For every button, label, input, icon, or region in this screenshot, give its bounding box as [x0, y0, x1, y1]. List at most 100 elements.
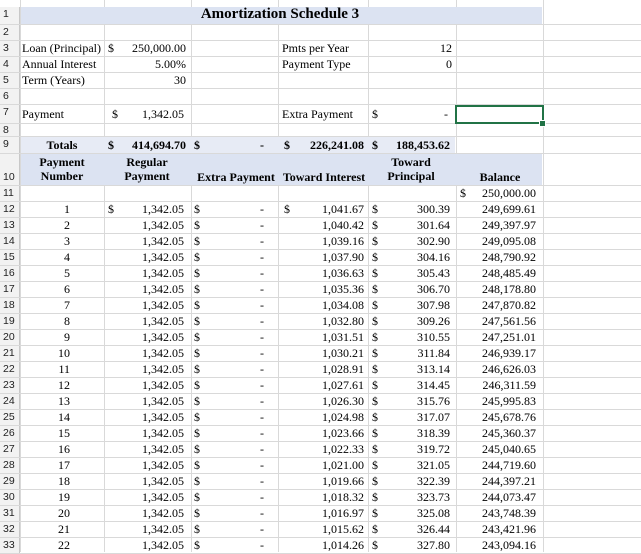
toward-principal[interactable]: 322.39 [384, 474, 450, 489]
regular-payment[interactable]: 1,342.05 [124, 202, 184, 217]
pmts-value[interactable]: 12 [370, 41, 452, 56]
toward-interest[interactable]: 1,015.62 [296, 522, 364, 537]
extra-payment-value[interactable]: - [390, 105, 448, 123]
toward-interest[interactable]: 1,040.42 [296, 218, 364, 233]
toward-principal[interactable]: 326.44 [384, 522, 450, 537]
balance[interactable]: 244,719.60 [460, 458, 536, 473]
toward-principal[interactable]: 309.26 [384, 314, 450, 329]
balance[interactable]: 247,870.82 [460, 298, 536, 313]
toward-interest[interactable]: 1,035.36 [296, 282, 364, 297]
payment-label[interactable]: Payment [22, 105, 102, 123]
header-payment-number[interactable]: Payment Number [34, 155, 90, 186]
regular-payment[interactable]: 1,342.05 [124, 522, 184, 537]
extra-payment[interactable]: - [230, 458, 264, 473]
toward-interest[interactable]: 1,019.66 [296, 474, 364, 489]
toward-interest[interactable]: 1,036.63 [296, 266, 364, 281]
toward-principal[interactable]: 321.05 [384, 458, 450, 473]
toward-principal[interactable]: 325.08 [384, 506, 450, 521]
toward-principal[interactable]: 318.39 [384, 426, 450, 441]
payment-number[interactable]: 14 [30, 410, 70, 425]
payment-number[interactable]: 1 [30, 202, 70, 217]
totals-interest[interactable]: 226,241.08 [296, 137, 364, 153]
regular-payment[interactable]: 1,342.05 [124, 362, 184, 377]
balance[interactable]: 246,939.17 [460, 346, 536, 361]
start-balance[interactable]: 250,000.00 [470, 186, 536, 201]
toward-interest[interactable]: 1,018.32 [296, 490, 364, 505]
toward-principal[interactable]: 307.98 [384, 298, 450, 313]
payment-number[interactable]: 21 [30, 522, 70, 537]
toward-principal[interactable]: 313.14 [384, 362, 450, 377]
payment-number[interactable]: 20 [30, 506, 70, 521]
payment-number[interactable]: 18 [30, 474, 70, 489]
toward-interest[interactable]: 1,041.67 [296, 202, 364, 217]
spreadsheet[interactable]: 1 Amortization Schedule 3 2 3 Loan (Prin… [0, 0, 641, 554]
toward-interest[interactable]: 1,028.91 [296, 362, 364, 377]
toward-interest[interactable]: 1,027.61 [296, 378, 364, 393]
fill-handle[interactable] [539, 120, 546, 127]
regular-payment[interactable]: 1,342.05 [124, 394, 184, 409]
balance[interactable]: 247,561.56 [460, 314, 536, 329]
toward-interest[interactable]: 1,032.80 [296, 314, 364, 329]
extra-payment[interactable]: - [230, 506, 264, 521]
payment-number[interactable]: 12 [30, 378, 70, 393]
toward-principal[interactable]: 301.64 [384, 218, 450, 233]
payment-number[interactable]: 5 [30, 266, 70, 281]
payment-number[interactable]: 17 [30, 458, 70, 473]
balance[interactable]: 247,251.01 [460, 330, 536, 345]
balance[interactable]: 248,485.49 [460, 266, 536, 281]
payment-number[interactable]: 16 [30, 442, 70, 457]
regular-payment[interactable]: 1,342.05 [124, 266, 184, 281]
interest-value[interactable]: 5.00% [120, 57, 186, 72]
extra-payment[interactable]: - [230, 250, 264, 265]
loan-label[interactable]: Loan (Principal) [22, 41, 106, 56]
balance[interactable]: 245,995.83 [460, 394, 536, 409]
regular-payment[interactable]: 1,342.05 [124, 474, 184, 489]
regular-payment[interactable]: 1,342.05 [124, 426, 184, 441]
regular-payment[interactable]: 1,342.05 [124, 506, 184, 521]
payment-number[interactable]: 11 [30, 362, 70, 377]
payment-number[interactable]: 10 [30, 346, 70, 361]
extra-payment[interactable]: - [230, 394, 264, 409]
extra-payment[interactable]: - [230, 282, 264, 297]
regular-payment[interactable]: 1,342.05 [124, 314, 184, 329]
payment-number[interactable]: 8 [30, 314, 70, 329]
toward-interest[interactable]: 1,039.16 [296, 234, 364, 249]
totals-extra[interactable]: - [230, 137, 264, 153]
toward-principal[interactable]: 300.39 [384, 202, 450, 217]
toward-principal[interactable]: 302.90 [384, 234, 450, 249]
toward-principal[interactable]: 310.55 [384, 330, 450, 345]
loan-value[interactable]: 250,000.00 [120, 41, 186, 56]
toward-interest[interactable]: 1,031.51 [296, 330, 364, 345]
balance[interactable]: 243,748.39 [460, 506, 536, 521]
extra-payment-label[interactable]: Extra Payment [282, 105, 354, 123]
regular-payment[interactable]: 1,342.05 [124, 234, 184, 249]
toward-principal[interactable]: 319.72 [384, 442, 450, 457]
term-label[interactable]: Term (Years) [22, 73, 106, 88]
regular-payment[interactable]: 1,342.05 [124, 378, 184, 393]
toward-interest[interactable]: 1,023.66 [296, 426, 364, 441]
term-value[interactable]: 30 [120, 73, 186, 88]
toward-interest[interactable]: 1,022.33 [296, 442, 364, 457]
balance[interactable]: 249,095.08 [460, 234, 536, 249]
toward-principal[interactable]: 327.80 [384, 538, 450, 553]
balance[interactable]: 244,397.21 [460, 474, 536, 489]
toward-interest[interactable]: 1,037.90 [296, 250, 364, 265]
toward-interest[interactable]: 1,021.00 [296, 458, 364, 473]
header-extra-payment[interactable]: Extra Payment [192, 154, 280, 185]
extra-payment[interactable]: - [230, 538, 264, 553]
balance[interactable]: 248,178.80 [460, 282, 536, 297]
header-regular-payment[interactable]: Regular Payment [114, 155, 180, 186]
balance[interactable]: 244,073.47 [460, 490, 536, 505]
payment-value[interactable]: 1,342.05 [124, 105, 184, 123]
balance[interactable]: 243,094.16 [460, 538, 536, 553]
extra-payment[interactable]: - [230, 378, 264, 393]
regular-payment[interactable]: 1,342.05 [124, 250, 184, 265]
balance[interactable]: 246,626.03 [460, 362, 536, 377]
extra-payment[interactable]: - [230, 202, 264, 217]
regular-payment[interactable]: 1,342.05 [124, 538, 184, 553]
extra-payment[interactable]: - [230, 330, 264, 345]
regular-payment[interactable]: 1,342.05 [124, 442, 184, 457]
payment-number[interactable]: 7 [30, 298, 70, 313]
toward-principal[interactable]: 305.43 [384, 266, 450, 281]
extra-payment[interactable]: - [230, 426, 264, 441]
